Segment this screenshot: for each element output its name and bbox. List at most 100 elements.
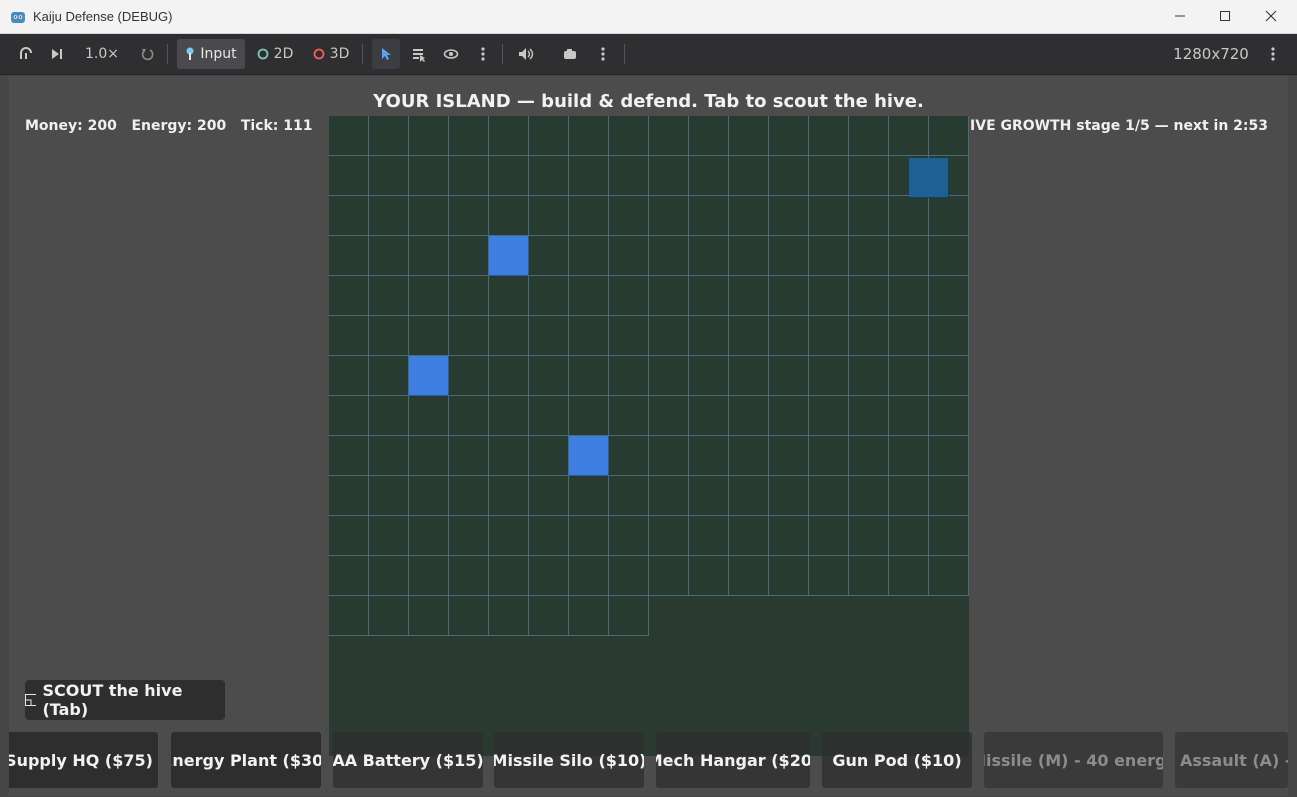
list-select-icon[interactable]	[405, 39, 433, 69]
ground-cell[interactable]	[329, 396, 369, 436]
ground-cell[interactable]	[809, 156, 849, 196]
ground-cell[interactable]	[449, 396, 489, 436]
ground-cell[interactable]	[809, 436, 849, 476]
ground-cell[interactable]	[529, 196, 569, 236]
ground-cell[interactable]	[729, 316, 769, 356]
ground-cell[interactable]	[649, 396, 689, 436]
ground-cell[interactable]	[769, 196, 809, 236]
ground-cell[interactable]	[769, 436, 809, 476]
time-scale-button[interactable]: 1.0×	[80, 39, 124, 69]
camera-override-icon[interactable]	[556, 39, 584, 69]
ground-cell[interactable]	[369, 116, 409, 156]
ground-cell[interactable]	[729, 236, 769, 276]
ground-cell[interactable]	[889, 236, 929, 276]
ground-cell[interactable]	[409, 476, 449, 516]
ground-cell[interactable]	[449, 476, 489, 516]
ground-cell[interactable]	[569, 396, 609, 436]
ground-cell[interactable]	[809, 276, 849, 316]
ground-cell[interactable]	[569, 236, 609, 276]
ground-cell[interactable]	[329, 196, 369, 236]
ground-cell[interactable]	[609, 276, 649, 316]
ground-cell[interactable]	[489, 556, 529, 596]
ground-cell[interactable]	[369, 516, 409, 556]
ground-cell[interactable]	[329, 516, 369, 556]
ground-cell[interactable]	[689, 516, 729, 556]
ground-cell[interactable]	[409, 556, 449, 596]
ground-cell[interactable]	[369, 596, 409, 636]
ground-cell[interactable]	[569, 476, 609, 516]
ground-cell[interactable]	[449, 196, 489, 236]
ground-cell[interactable]	[529, 356, 569, 396]
ground-cell[interactable]	[689, 276, 729, 316]
ground-cell[interactable]	[529, 316, 569, 356]
ground-cell[interactable]	[649, 156, 689, 196]
ground-cell[interactable]	[369, 196, 409, 236]
ground-cell[interactable]	[409, 516, 449, 556]
ground-cell[interactable]	[489, 196, 529, 236]
ground-cell[interactable]	[569, 556, 609, 596]
ground-cell[interactable]	[609, 356, 649, 396]
ground-cell[interactable]	[849, 316, 889, 356]
ground-cell[interactable]	[649, 516, 689, 556]
ground-cell[interactable]	[809, 356, 849, 396]
ground-cell[interactable]	[889, 436, 929, 476]
ground-cell[interactable]	[689, 556, 729, 596]
ground-cell[interactable]	[609, 116, 649, 156]
ground-cell[interactable]	[609, 196, 649, 236]
ground-cell[interactable]	[729, 156, 769, 196]
game-viewport[interactable]: YOUR ISLAND — build & defend. Tab to sco…	[9, 76, 1288, 796]
build-energy-plant-button[interactable]: Energy Plant ($30)	[171, 732, 321, 788]
ground-cell[interactable]	[689, 116, 729, 156]
ground-cell[interactable]	[689, 156, 729, 196]
ground-cell[interactable]	[329, 276, 369, 316]
ground-cell[interactable]	[729, 436, 769, 476]
ground-cell[interactable]	[569, 156, 609, 196]
ground-cell[interactable]	[609, 316, 649, 356]
ground-cell[interactable]	[529, 156, 569, 196]
ground-cell[interactable]	[929, 236, 969, 276]
ground-cell[interactable]	[929, 116, 969, 156]
ground-cell[interactable]	[409, 316, 449, 356]
ground-cell[interactable]	[569, 356, 609, 396]
missile-strike-button[interactable]: Missile (M) - 40 energy	[984, 732, 1163, 788]
ground-cell[interactable]	[929, 516, 969, 556]
ground-cell[interactable]	[529, 516, 569, 556]
ground-cell[interactable]	[329, 356, 369, 396]
ground-cell[interactable]	[369, 156, 409, 196]
ground-cell[interactable]	[649, 116, 689, 156]
ground-cell[interactable]	[409, 436, 449, 476]
close-icon[interactable]	[1260, 5, 1282, 27]
hive-cell[interactable]	[909, 158, 949, 198]
scout-hive-button[interactable]: SCOUT the hive (Tab)	[25, 680, 225, 720]
ground-cell[interactable]	[889, 196, 929, 236]
ground-cell[interactable]	[529, 476, 569, 516]
ground-cell[interactable]	[849, 116, 889, 156]
ground-cell[interactable]	[809, 116, 849, 156]
ground-cell[interactable]	[569, 116, 609, 156]
ground-cell[interactable]	[889, 276, 929, 316]
ground-cell[interactable]	[369, 436, 409, 476]
more-options-icon[interactable]	[472, 39, 494, 69]
assault-strike-button[interactable]: Assault (A) - 20	[1175, 732, 1288, 788]
ground-cell[interactable]	[529, 396, 569, 436]
ground-cell[interactable]	[809, 556, 849, 596]
ground-cell[interactable]	[849, 436, 889, 476]
ground-cell[interactable]	[849, 516, 889, 556]
ground-cell[interactable]	[329, 596, 369, 636]
ground-cell[interactable]	[369, 316, 409, 356]
ground-cell[interactable]	[689, 196, 729, 236]
ground-cell[interactable]	[489, 396, 529, 436]
ground-cell[interactable]	[809, 396, 849, 436]
building-cell[interactable]	[489, 236, 529, 276]
next-frame-icon[interactable]	[44, 39, 70, 69]
ground-cell[interactable]	[609, 156, 649, 196]
ground-cell[interactable]	[329, 556, 369, 596]
island-grid[interactable]	[329, 116, 969, 756]
ground-cell[interactable]	[729, 116, 769, 156]
suspend-icon[interactable]	[13, 39, 39, 69]
ground-cell[interactable]	[369, 356, 409, 396]
ground-cell[interactable]	[489, 436, 529, 476]
speaker-icon[interactable]	[512, 39, 540, 69]
ground-cell[interactable]	[649, 276, 689, 316]
ground-cell[interactable]	[409, 276, 449, 316]
